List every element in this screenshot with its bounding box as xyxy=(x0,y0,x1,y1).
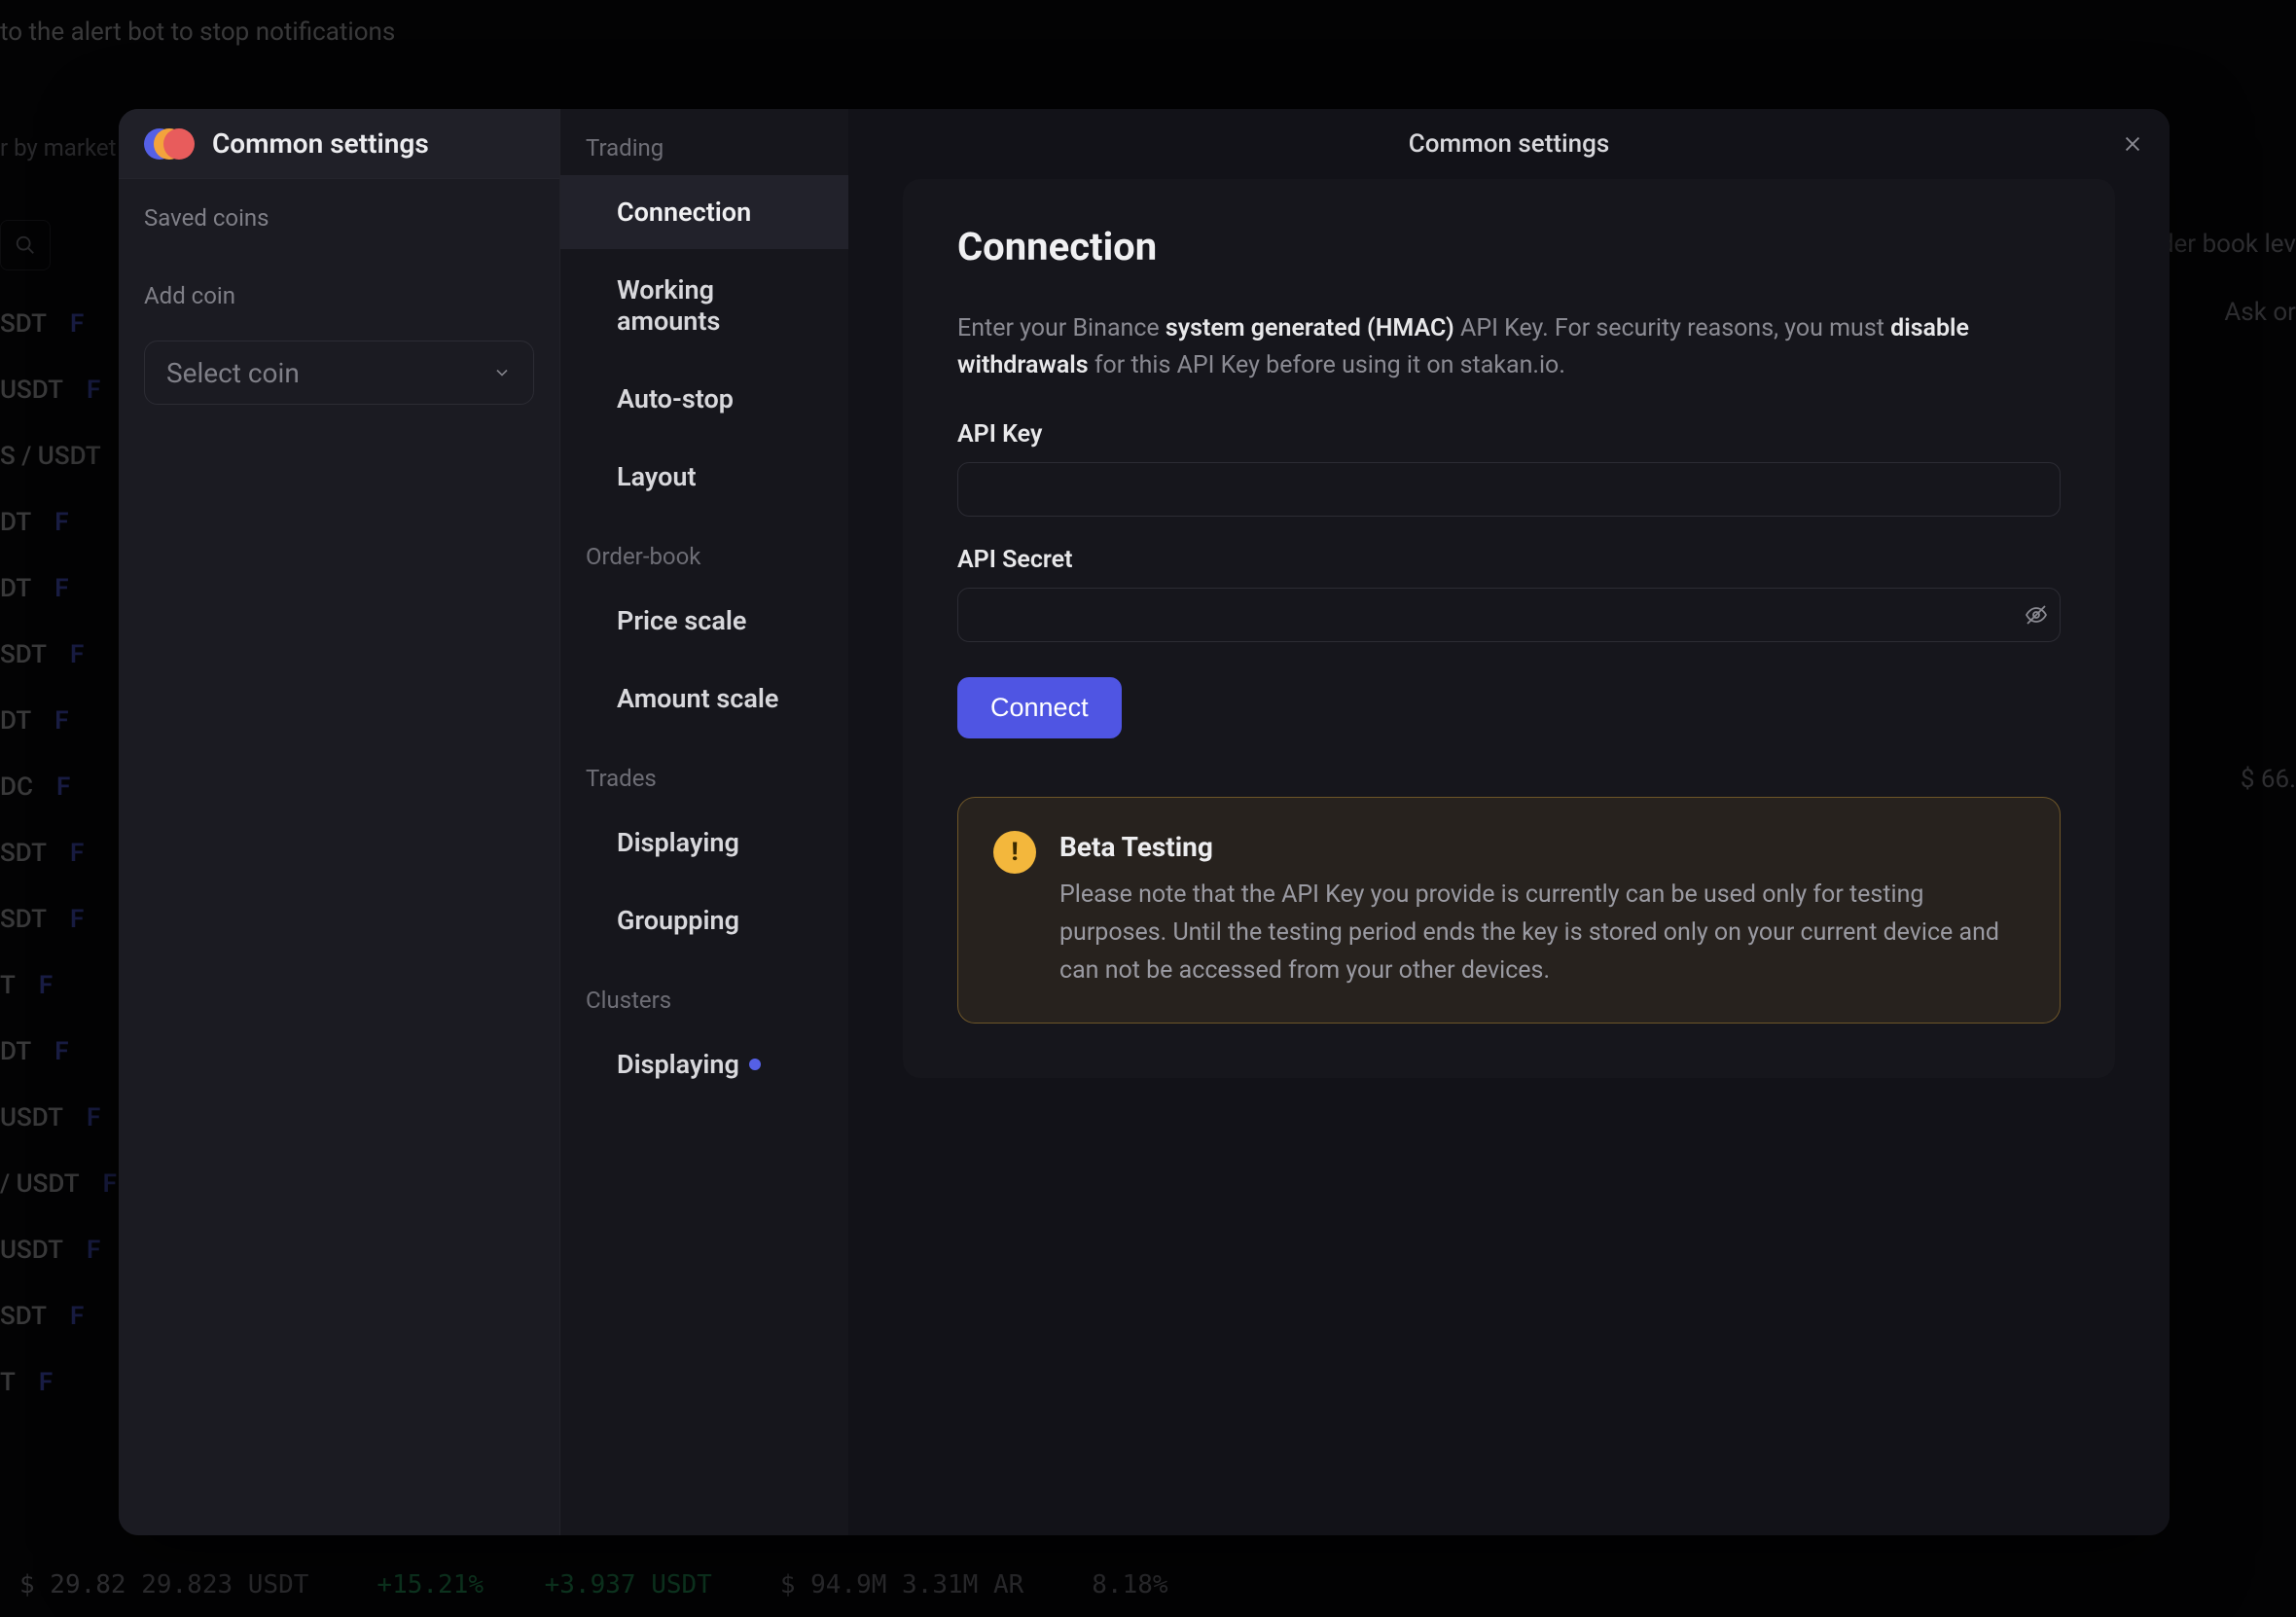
nav-item-price-scale[interactable]: Price scale xyxy=(560,584,848,658)
close-button[interactable] xyxy=(2117,128,2148,160)
nav-group-title: Clusters xyxy=(560,961,848,1027)
beta-warning: ! Beta Testing Please note that the API … xyxy=(957,797,2061,1024)
app-logo-icon xyxy=(144,126,193,162)
toggle-secret-visibility-button[interactable] xyxy=(2013,589,2060,641)
settings-nav: TradingConnectionWorking amountsAuto-sto… xyxy=(560,109,848,1535)
connection-panel: Connection Enter your Binance system gen… xyxy=(903,179,2115,1078)
connection-description: Enter your Binance system generated (HMA… xyxy=(957,310,2061,383)
settings-left-column: Common settings Saved coins Add coin Sel… xyxy=(119,109,560,1535)
api-secret-input-wrap xyxy=(957,588,2061,642)
nav-group-title: Trades xyxy=(560,739,848,806)
nav-group-title: Trading xyxy=(560,109,848,175)
nav-item-auto-stop[interactable]: Auto-stop xyxy=(560,362,848,436)
settings-content-title: Common settings xyxy=(1409,129,1610,159)
add-coin-label: Add coin xyxy=(144,282,534,309)
nav-item-working-amounts[interactable]: Working amounts xyxy=(560,253,848,358)
eye-off-icon xyxy=(2025,603,2048,627)
select-coin-placeholder: Select coin xyxy=(166,357,300,389)
nav-group-title: Order-book xyxy=(560,518,848,584)
warning-icon: ! xyxy=(993,831,1036,874)
select-coin-dropdown[interactable]: Select coin xyxy=(144,341,534,405)
settings-modal: Common settings Saved coins Add coin Sel… xyxy=(119,109,2170,1535)
close-icon xyxy=(2122,133,2143,155)
saved-coins-label: Saved coins xyxy=(144,204,534,232)
beta-title: Beta Testing xyxy=(1059,831,2025,863)
api-secret-label: API Secret xyxy=(957,546,2061,574)
connection-heading: Connection xyxy=(957,224,2061,270)
nav-item-indicator-dot xyxy=(749,1059,761,1070)
tab-common-settings[interactable]: Common settings xyxy=(119,109,559,179)
nav-item-groupping[interactable]: Groupping xyxy=(560,883,848,957)
connect-button[interactable]: Connect xyxy=(957,677,1122,738)
beta-body: Please note that the API Key you provide… xyxy=(1059,877,2025,989)
nav-item-amount-scale[interactable]: Amount scale xyxy=(560,662,848,736)
nav-item-layout[interactable]: Layout xyxy=(560,440,848,514)
tab-common-label: Common settings xyxy=(212,127,429,160)
chevron-down-icon xyxy=(492,363,512,382)
api-key-input[interactable] xyxy=(958,463,2060,516)
settings-content: Common settings Connection Enter your Bi… xyxy=(848,109,2170,1535)
nav-item-connection[interactable]: Connection xyxy=(560,175,848,249)
api-key-input-wrap xyxy=(957,462,2061,517)
nav-item-displaying[interactable]: Displaying xyxy=(560,1027,848,1101)
api-secret-input[interactable] xyxy=(958,589,2013,641)
nav-item-displaying[interactable]: Displaying xyxy=(560,806,848,880)
settings-content-header: Common settings xyxy=(848,109,2170,179)
api-key-label: API Key xyxy=(957,420,2061,449)
